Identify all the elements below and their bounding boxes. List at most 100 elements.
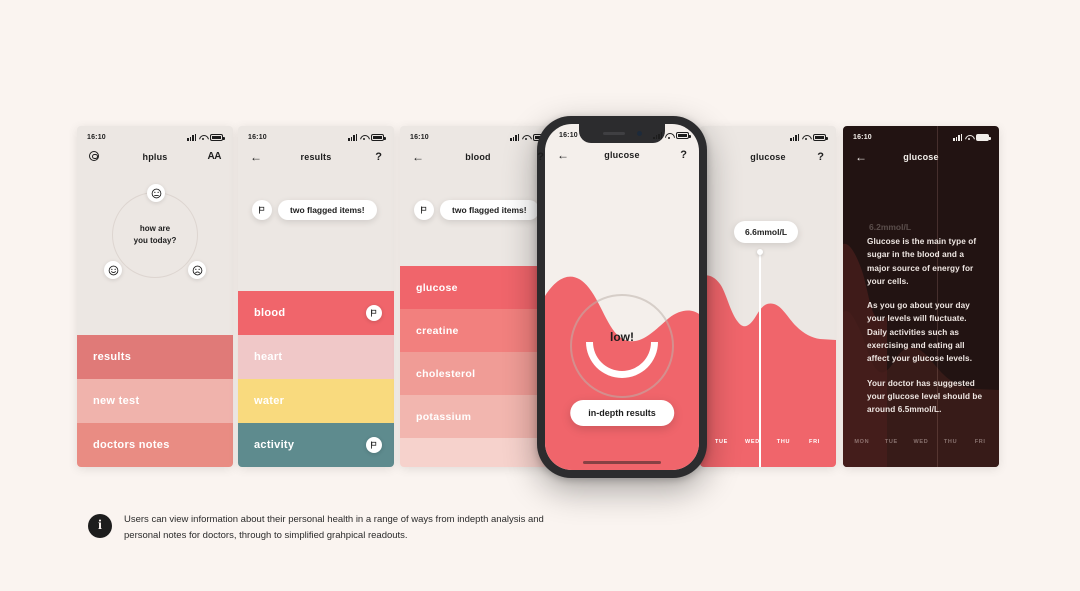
list-item-glucose[interactable]: glucose [400, 266, 556, 309]
list-item-water[interactable]: water [238, 379, 394, 423]
caption-text: Users can view information about their p… [124, 514, 544, 541]
chart-marker-line [759, 254, 761, 467]
home-indicator[interactable] [583, 461, 661, 464]
flag-icon[interactable] [366, 437, 382, 453]
screen-glucose-info: 16:10 ← glucose 6.2mmol/L Glucose is the… [843, 126, 999, 467]
list-item-label: cholesterol [416, 367, 476, 380]
menu-item-label: doctors notes [93, 439, 170, 451]
list-item-heart[interactable]: heart [238, 335, 394, 379]
status-time: 16:10 [410, 133, 429, 141]
flag-icon[interactable] [366, 305, 382, 321]
menu-item-doctors-notes[interactable]: doctors notes [77, 423, 233, 467]
list-item-label: water [254, 395, 285, 407]
gear-icon[interactable] [89, 150, 99, 164]
mood-selector: how are you today? [77, 170, 233, 300]
wifi-icon [199, 134, 207, 141]
flag-toast-label: two flagged items! [440, 200, 539, 220]
info-content: 6.2mmol/L Glucose is the main type of su… [867, 222, 983, 427]
battery-icon [371, 133, 386, 141]
list-item-creatine[interactable]: creatine [400, 309, 556, 352]
flag-icon [252, 200, 272, 220]
flag-toast-label: two flagged items! [278, 200, 377, 220]
battery-icon [210, 133, 225, 141]
day-label: MON [854, 439, 870, 445]
faded-value-label: 6.2mmol/L [869, 222, 912, 232]
sad-face-icon[interactable] [188, 261, 206, 279]
help-icon[interactable]: ? [680, 149, 687, 161]
caption-block: i Users can view information about their… [88, 512, 544, 543]
home-menu: results new test doctors notes [77, 335, 233, 467]
info-paragraph: As you go about your day your levels wil… [867, 301, 973, 364]
dark-chart-day-labels: MON TUE WED THU FRI [843, 439, 999, 445]
list-item-label: activity [254, 439, 295, 451]
screen-glucose-chart: 16:10 ← glucose ? 6.6mmol/L TUE WED THU [700, 126, 836, 467]
signal-bars-icon [510, 133, 519, 141]
help-icon[interactable]: ? [817, 151, 824, 163]
mood-question: how are you today? [113, 193, 197, 277]
status-time: 16:10 [559, 132, 578, 139]
day-label: WED [913, 439, 929, 445]
flag-icon [414, 200, 434, 220]
nav-bar-home: hplus AA [77, 144, 233, 170]
flag-toast: two flagged items! [400, 170, 556, 220]
day-label: TUE [884, 439, 898, 445]
mood-question-line1: how are [139, 223, 171, 233]
list-item-partial[interactable] [400, 438, 556, 467]
menu-item-label: results [93, 351, 132, 363]
status-time: 16:10 [248, 133, 267, 141]
signal-bars-icon [653, 132, 662, 139]
neutral-face-icon[interactable] [147, 184, 165, 202]
chart-value-pill: 6.6mmol/L [734, 221, 799, 243]
info-icon: i [88, 514, 112, 538]
list-item-activity[interactable]: activity [238, 423, 394, 467]
mood-question-line2: you today? [133, 235, 177, 245]
status-time: 16:10 [87, 133, 106, 141]
list-item-potassium[interactable]: potassium [400, 395, 556, 438]
info-paragraph: Your doctor has suggested your glucose l… [867, 378, 983, 415]
day-label: FRI [809, 439, 820, 445]
help-icon[interactable]: ? [375, 151, 382, 163]
results-list: blood heart water activity [238, 291, 394, 467]
wifi-icon [665, 132, 673, 139]
text-size-icon[interactable]: AA [208, 152, 222, 162]
menu-item-results[interactable]: results [77, 335, 233, 379]
menu-item-new-test[interactable]: new test [77, 379, 233, 423]
status-bar: 16:10 [400, 126, 556, 144]
nav-bar-blood: ← blood ? [400, 144, 556, 170]
back-arrow-icon[interactable]: ← [412, 151, 424, 163]
help-icon[interactable]: ? [537, 151, 544, 163]
status-icons [653, 132, 691, 139]
chart-svg [700, 275, 836, 467]
day-label: THU [943, 439, 958, 445]
chart-marker-dot [757, 249, 763, 255]
nav-bar-glucose: ← glucose ? [545, 142, 699, 168]
list-item-label: potassium [416, 410, 472, 423]
day-label: THU [776, 439, 791, 445]
chart-day-labels: TUE WED THU FRI [700, 439, 836, 445]
list-item-blood[interactable]: blood [238, 291, 394, 335]
status-icons [187, 133, 225, 141]
list-item-label: glucose [416, 281, 458, 294]
status-bar: 16:10 [77, 126, 233, 144]
signal-bars-icon [187, 133, 196, 141]
list-item-cholesterol[interactable]: cholesterol [400, 352, 556, 395]
poster-canvas: 16:10 hplus AA how are you today? result… [0, 0, 1080, 591]
wifi-icon [360, 134, 368, 141]
back-arrow-icon[interactable]: ← [250, 151, 262, 163]
phone-device-glucose-summary: 16:10 ← glucose ? low! in-depth results [537, 116, 707, 478]
status-bar: 16:10 [545, 124, 699, 142]
back-arrow-icon[interactable]: ← [557, 149, 569, 161]
day-label: FRI [974, 439, 986, 445]
day-label: TUE [714, 439, 729, 445]
status-bar: 16:10 [238, 126, 394, 144]
list-item-label: heart [254, 351, 283, 363]
happy-face-icon[interactable] [104, 261, 122, 279]
list-item-label: blood [254, 307, 286, 319]
in-depth-results-button[interactable]: in-depth results [570, 400, 674, 426]
battery-icon [676, 132, 691, 139]
info-paragraph: Glucose is the main type of sugar in the… [867, 237, 977, 286]
signal-bars-icon [348, 133, 357, 141]
screen-results: 16:10 ← results ? two flagged items! blo… [238, 126, 394, 467]
mood-ring: how are you today? [104, 184, 206, 279]
menu-item-label: new test [93, 395, 140, 407]
